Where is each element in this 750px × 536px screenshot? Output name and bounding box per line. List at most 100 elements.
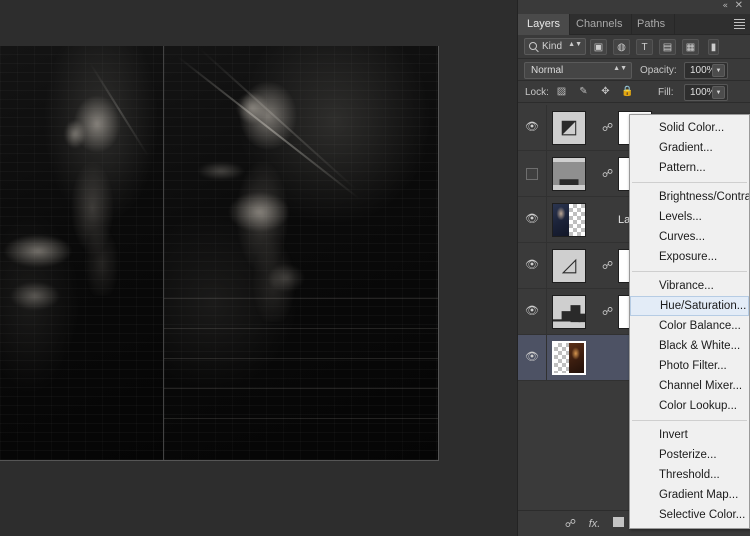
artboard[interactable] <box>0 46 439 461</box>
opacity-label: Opacity: <box>640 65 677 76</box>
tab-paths[interactable]: Paths <box>628 14 675 35</box>
column-divider <box>546 151 547 196</box>
lock-image-pixels-button[interactable]: ✎ <box>576 85 591 100</box>
menu-item-color-lookup[interactable]: Color Lookup... <box>630 396 749 416</box>
link-icon[interactable]: ☍ <box>602 122 612 134</box>
tab-channels[interactable]: Channels <box>567 14 632 35</box>
link-icon[interactable]: ☍ <box>602 260 612 272</box>
stepper-icon[interactable]: ▲▼ <box>568 42 582 47</box>
menu-item-hue-saturation[interactable]: Hue/Saturation... <box>630 296 749 316</box>
layer-visibility-toggle[interactable]: 👁 <box>525 305 539 317</box>
layer-thumbnail[interactable] <box>552 341 586 375</box>
figure-lower-leg <box>260 258 312 298</box>
close-icon[interactable]: ✕ <box>735 1 743 10</box>
column-divider <box>546 335 547 380</box>
figure-arm <box>188 158 254 184</box>
layer-thumbnail[interactable]: ◩ <box>552 111 586 145</box>
chevron-down-icon[interactable]: ▼ <box>712 86 725 99</box>
menu-item-gradient-map[interactable]: Gradient Map... <box>630 485 749 505</box>
stepper-icon[interactable]: ▲▼ <box>613 66 627 71</box>
menu-item-channel-mixer[interactable]: Channel Mixer... <box>630 376 749 396</box>
levels-histogram-icon: ▁▅█▄▂ <box>553 296 585 328</box>
panel-titlebar: « ✕ <box>518 0 750 14</box>
figure-head <box>60 114 90 154</box>
lock-position-button[interactable]: ✥ <box>598 85 613 100</box>
filter-type-layers-button[interactable]: T <box>636 39 653 55</box>
lock-all-button[interactable]: 🔒 <box>620 85 635 100</box>
menu-item-threshold[interactable]: Threshold... <box>630 465 749 485</box>
curves-icon: ◿ <box>553 250 585 282</box>
menu-item-invert[interactable]: Invert <box>630 425 749 445</box>
photo-panel-left <box>0 46 163 460</box>
photoshop-window: « ✕ Layers Channels Paths Kind ▲▼ ▣ ◍ T … <box>0 0 750 536</box>
menu-item-brightness-contrast[interactable]: Brightness/Contrast... <box>630 187 749 207</box>
link-layers-button[interactable]: ☍ <box>562 517 579 532</box>
menu-item-photo-filter[interactable]: Photo Filter... <box>630 356 749 376</box>
menu-item-exposure[interactable]: Exposure... <box>630 247 749 267</box>
menu-separator <box>632 182 747 183</box>
blend-mode-row: Normal ▲▼ Opacity: 100% ▼ <box>518 59 750 81</box>
layer-thumbnail[interactable] <box>552 203 586 237</box>
figure-arm <box>0 276 70 316</box>
collapse-panel-icon[interactable]: « <box>722 2 728 11</box>
tab-layers[interactable]: Layers <box>518 14 570 35</box>
menu-item-levels[interactable]: Levels... <box>630 207 749 227</box>
lock-row: Lock: ▨ ✎ ✥ 🔒 Fill: 100% ▼ <box>518 81 750 103</box>
link-icon[interactable]: ☍ <box>602 306 612 318</box>
menu-item-pattern[interactable]: Pattern... <box>630 158 749 178</box>
photo-panel-right <box>164 46 439 460</box>
layer-thumbnail[interactable]: ▁▅█▄▂ <box>552 295 586 329</box>
layer-visibility-toggle[interactable]: 👁 <box>525 351 539 363</box>
filter-kind-select[interactable]: Kind ▲▼ <box>524 38 586 55</box>
opacity-input[interactable]: 100% ▼ <box>684 62 728 79</box>
layer-thumbnail[interactable]: ◿ <box>552 249 586 283</box>
fill-input[interactable]: 100% ▼ <box>684 84 728 101</box>
search-icon <box>529 42 537 50</box>
layer-visibility-toggle[interactable]: 👁 <box>525 121 539 133</box>
menu-item-solid-color[interactable]: Solid Color... <box>630 118 749 138</box>
menu-item-black-and-white[interactable]: Black & White... <box>630 336 749 356</box>
lock-label: Lock: <box>525 87 549 98</box>
layer-image-preview <box>569 343 584 373</box>
menu-item-vibrance[interactable]: Vibrance... <box>630 276 749 296</box>
figure-hair <box>230 86 274 130</box>
filter-pixel-layers-button[interactable]: ▣ <box>590 39 607 55</box>
stair-step <box>164 418 439 419</box>
new-adjustment-layer-menu[interactable]: Solid Color... Gradient... Pattern... Br… <box>629 114 750 529</box>
chevron-down-icon[interactable]: ▼ <box>712 64 725 77</box>
column-divider <box>546 289 547 334</box>
column-divider <box>546 105 547 150</box>
blend-mode-select[interactable]: Normal ▲▼ <box>524 62 632 79</box>
filter-adjustment-layers-button[interactable]: ◍ <box>613 39 630 55</box>
layer-visibility-toggle[interactable]: 👁 <box>525 167 539 179</box>
canvas-area[interactable] <box>0 0 517 536</box>
lock-transparent-pixels-button[interactable]: ▨ <box>554 85 569 100</box>
stair-step <box>164 388 439 389</box>
stair-step <box>164 358 439 359</box>
layer-visibility-toggle[interactable]: 👁 <box>525 213 539 225</box>
menu-item-color-balance[interactable]: Color Balance... <box>630 316 749 336</box>
menu-item-gradient[interactable]: Gradient... <box>630 138 749 158</box>
figure-legs <box>216 184 302 240</box>
layer-style-button[interactable]: fx. <box>586 517 603 532</box>
add-layer-mask-button[interactable] <box>610 517 627 532</box>
gradient-map-icon: ◩ <box>553 112 585 144</box>
filter-shape-layers-button[interactable]: ▤ <box>659 39 676 55</box>
layer-visibility-toggle[interactable]: 👁 <box>525 259 539 271</box>
hamburger-menu-icon[interactable] <box>729 19 745 30</box>
layer-filter-row: Kind ▲▼ ▣ ◍ T ▤ ▦ ▮ <box>518 35 750 59</box>
layer-thumbnail[interactable]: ▬ <box>552 157 586 191</box>
filter-toggle-button[interactable]: ▮ <box>708 39 719 55</box>
vertical-guide <box>163 46 164 460</box>
filter-smart-objects-button[interactable]: ▦ <box>682 39 699 55</box>
layer-image-preview <box>553 204 569 236</box>
blend-mode-value: Normal <box>531 65 563 76</box>
column-divider <box>546 243 547 288</box>
menu-item-curves[interactable]: Curves... <box>630 227 749 247</box>
fill-label: Fill: <box>658 87 674 98</box>
menu-item-selective-color[interactable]: Selective Color... <box>630 505 749 525</box>
menu-item-posterize[interactable]: Posterize... <box>630 445 749 465</box>
link-icon[interactable]: ☍ <box>602 168 612 180</box>
menu-separator <box>632 271 747 272</box>
panel-tabs: Layers Channels Paths <box>518 14 750 35</box>
